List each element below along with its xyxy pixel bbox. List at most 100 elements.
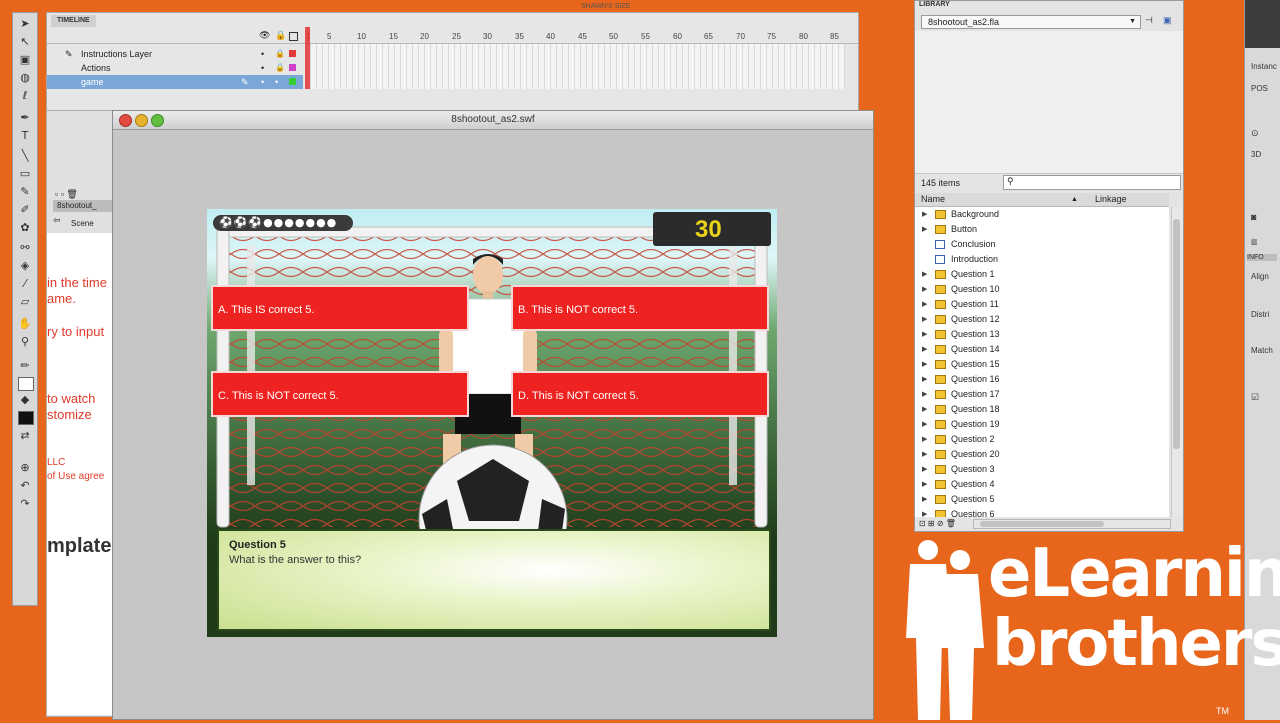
expand-arrow-icon[interactable]: ▶ xyxy=(922,222,927,237)
library-item[interactable]: Conclusion xyxy=(915,237,1169,252)
expand-arrow-icon[interactable]: ▶ xyxy=(922,267,927,282)
expand-arrow-icon[interactable]: ▶ xyxy=(922,477,927,492)
library-item[interactable]: ▶ Question 20 xyxy=(915,447,1169,462)
rectangle-tool-icon[interactable]: ▭ xyxy=(17,167,33,181)
frame-grid[interactable] xyxy=(305,27,845,89)
library-item[interactable]: ▶ Question 11 xyxy=(915,297,1169,312)
lock-icon[interactable]: 🔒 xyxy=(275,61,285,75)
scrollbar-thumb[interactable] xyxy=(980,521,1104,527)
library-column-header[interactable]: Name ▲ Linkage xyxy=(915,193,1169,207)
library-item[interactable]: ▶ Background xyxy=(915,207,1169,222)
bone-tool-icon[interactable]: ⚯ xyxy=(17,241,33,255)
library-item[interactable]: ▶ Question 10 xyxy=(915,282,1169,297)
layer-color-swatch[interactable] xyxy=(289,50,296,57)
back-arrow-icon[interactable]: ⇦ xyxy=(53,215,61,226)
new-library-icon[interactable]: ▣ xyxy=(1163,15,1172,26)
layer-color-swatch[interactable] xyxy=(289,64,296,71)
library-item[interactable]: ▶ Question 1 xyxy=(915,267,1169,282)
frame-ruler[interactable]: 1 5 10 15 20 25 30 35 40 45 50 55 60 65 … xyxy=(305,29,845,43)
eye-icon[interactable]: 👁 xyxy=(259,30,270,41)
deco-tool-icon[interactable]: ✿ xyxy=(17,221,33,235)
playhead[interactable] xyxy=(305,27,310,89)
eraser-tool-icon[interactable]: ▱ xyxy=(17,295,33,309)
expand-arrow-icon[interactable]: ▶ xyxy=(922,297,927,312)
layer-row[interactable]: ✎ Instructions Layer • 🔒 xyxy=(47,47,303,61)
layer-row[interactable]: Actions • 🔒 xyxy=(47,61,303,75)
expand-arrow-icon[interactable]: ▶ xyxy=(922,342,927,357)
brush-tool-icon[interactable]: ✐ xyxy=(17,203,33,217)
library-item[interactable]: ▶ Button xyxy=(915,222,1169,237)
answer-d-button[interactable]: D. This is NOT correct 5. xyxy=(511,371,769,417)
column-linkage[interactable]: Linkage xyxy=(1095,193,1127,206)
text-tool-icon[interactable]: T xyxy=(17,129,33,143)
visibility-dot-icon[interactable]: • xyxy=(261,61,264,75)
library-item[interactable]: ▶ Question 14 xyxy=(915,342,1169,357)
answer-b-button[interactable]: B. This is NOT correct 5. xyxy=(511,285,769,331)
library-search-input[interactable]: ⚲ xyxy=(1003,175,1181,190)
swf-titlebar[interactable]: 8shootout_as2.swf xyxy=(113,111,873,130)
library-item[interactable]: ▶ Question 13 xyxy=(915,327,1169,342)
library-footer-icons[interactable]: ⊡ ⊞ ⊘ 🗑 xyxy=(919,519,956,528)
line-tool-icon[interactable]: ╲ xyxy=(17,149,33,163)
document-tab[interactable]: 8shootout_ xyxy=(53,200,117,212)
expand-arrow-icon[interactable]: ▶ xyxy=(922,432,927,447)
position-label[interactable]: POS xyxy=(1251,84,1268,93)
expand-arrow-icon[interactable]: ▶ xyxy=(922,417,927,432)
subselection-tool-icon[interactable]: ↖ xyxy=(17,35,33,49)
timeline-tab[interactable]: TIMELINE xyxy=(51,15,96,27)
free-transform-tool-icon[interactable]: ▣ xyxy=(17,53,33,67)
expand-arrow-icon[interactable]: ▶ xyxy=(922,507,927,517)
lock-icon[interactable]: 🔒 xyxy=(275,30,286,41)
expand-arrow-icon[interactable]: ▶ xyxy=(922,312,927,327)
expand-arrow-icon[interactable]: ▶ xyxy=(922,372,927,387)
library-item[interactable]: ▶ Question 12 xyxy=(915,312,1169,327)
eyedropper-tool-icon[interactable]: ⁄ xyxy=(17,277,33,291)
selection-tool-icon[interactable]: ➤ xyxy=(17,17,33,31)
expand-arrow-icon[interactable]: ▶ xyxy=(922,357,927,372)
swap-colors-icon[interactable]: ⇄ xyxy=(17,429,33,443)
expand-arrow-icon[interactable]: ▶ xyxy=(922,492,927,507)
3d-rotation-tool-icon[interactable]: ◍ xyxy=(17,71,33,85)
fill-color-swatch[interactable] xyxy=(18,411,34,425)
fill-color-icon[interactable]: ◆ xyxy=(17,393,33,407)
smooth-icon[interactable]: ↶ xyxy=(17,479,33,493)
visibility-dot-icon[interactable]: • xyxy=(275,75,278,89)
stroke-color-swatch[interactable] xyxy=(18,377,34,391)
library-tab[interactable]: LIBRARY xyxy=(919,1,950,8)
lock-icon[interactable]: 🔒 xyxy=(275,47,285,61)
expand-arrow-icon[interactable]: ▶ xyxy=(922,462,927,477)
library-item[interactable]: ▶ Question 5 xyxy=(915,492,1169,507)
layer-color-swatch[interactable] xyxy=(289,78,296,85)
outline-icon[interactable] xyxy=(289,32,298,41)
library-item[interactable]: Introduction xyxy=(915,252,1169,267)
stage-canvas[interactable]: in the time ame. ry to input to watch st… xyxy=(47,233,123,715)
straighten-icon[interactable]: ↷ xyxy=(17,497,33,511)
library-item[interactable]: ▶ Question 17 xyxy=(915,387,1169,402)
library-item[interactable]: ▶ Question 2 xyxy=(915,432,1169,447)
hand-tool-icon[interactable]: ✋ xyxy=(17,317,33,331)
3d-label[interactable]: 3D xyxy=(1251,150,1261,159)
expand-arrow-icon[interactable]: ▶ xyxy=(922,387,927,402)
expand-arrow-icon[interactable]: ▶ xyxy=(922,447,927,462)
pencil-tool-icon[interactable]: ✎ xyxy=(17,185,33,199)
library-item[interactable]: ▶ Question 6 xyxy=(915,507,1169,517)
add-layer-icon[interactable]: ▫ ▫ 🗑 xyxy=(55,189,78,200)
checkbox-icon[interactable]: ☑ xyxy=(1251,392,1259,403)
stroke-color-icon[interactable]: ✏ xyxy=(17,359,33,373)
library-item[interactable]: ▶ Question 15 xyxy=(915,357,1169,372)
library-item[interactable]: ▶ Question 16 xyxy=(915,372,1169,387)
library-scrollbar[interactable] xyxy=(1171,207,1182,517)
library-item[interactable]: ▶ Question 19 xyxy=(915,417,1169,432)
snap-to-objects-icon[interactable]: ⊕ xyxy=(17,461,33,475)
answer-c-button[interactable]: C. This is NOT correct 5. xyxy=(211,371,469,417)
horizontal-scrollbar[interactable] xyxy=(973,519,1171,529)
expand-arrow-icon[interactable]: ▶ xyxy=(922,402,927,417)
pen-tool-icon[interactable]: ✒ xyxy=(17,111,33,125)
zoom-tool-icon[interactable]: ⚲ xyxy=(17,335,33,349)
visibility-dot-icon[interactable]: • xyxy=(261,75,264,89)
library-item[interactable]: ▶ Question 3 xyxy=(915,462,1169,477)
expand-arrow-icon[interactable]: ▶ xyxy=(922,282,927,297)
library-item[interactable]: ▶ Question 18 xyxy=(915,402,1169,417)
expand-arrow-icon[interactable]: ▶ xyxy=(922,207,927,222)
lasso-tool-icon[interactable]: ℓ xyxy=(17,89,33,103)
